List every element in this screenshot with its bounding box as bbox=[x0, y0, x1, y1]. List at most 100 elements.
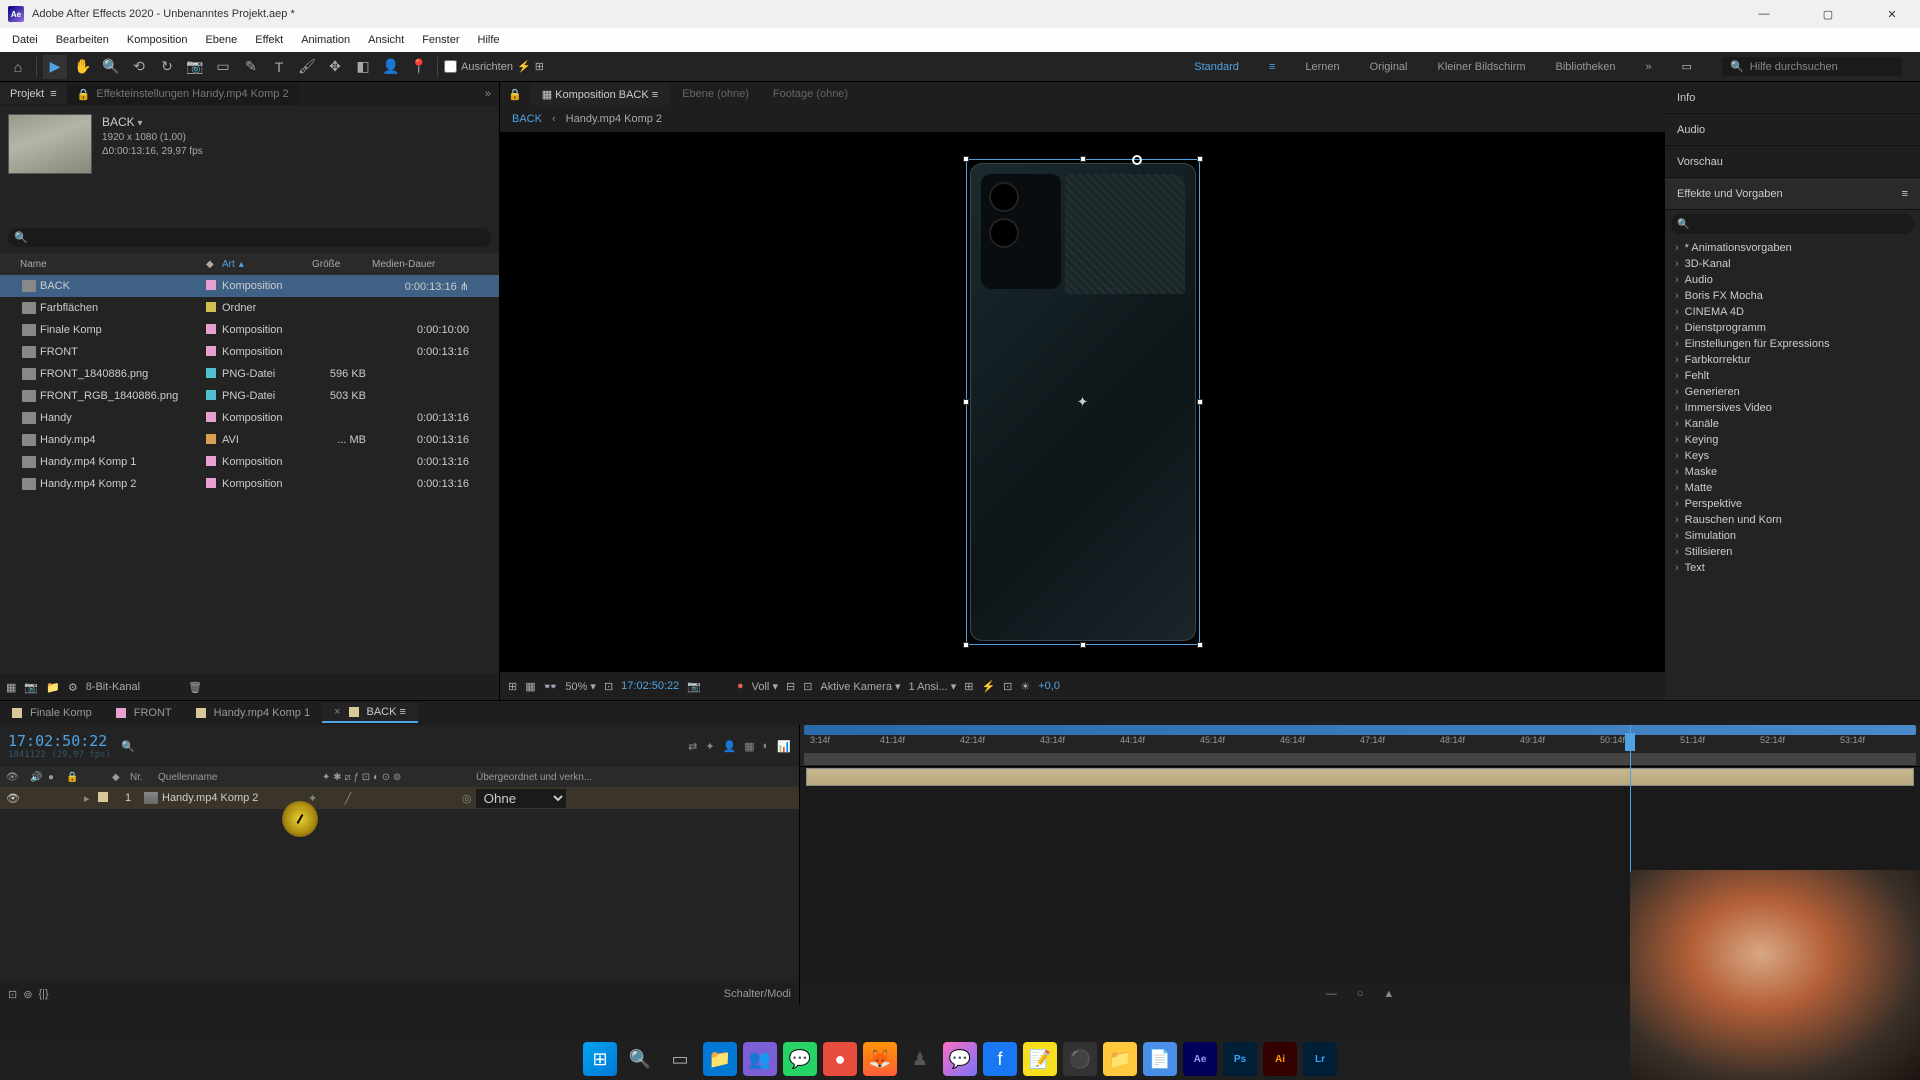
minimize-button[interactable]: — bbox=[1744, 0, 1784, 28]
workspace-original[interactable]: Original bbox=[1370, 61, 1408, 73]
effect-category[interactable]: ›Dienstprogramm bbox=[1671, 320, 1914, 336]
effect-category[interactable]: ›Einstellungen für Expressions bbox=[1671, 336, 1914, 352]
task-view-icon[interactable]: ▭ bbox=[663, 1042, 697, 1076]
switch-modes-label[interactable]: Schalter/Modi bbox=[724, 988, 791, 1000]
col-parent[interactable]: Übergeordnet und verkn... bbox=[476, 772, 793, 783]
frame-blend-icon[interactable]: ▦ bbox=[744, 740, 754, 753]
tab-layer[interactable]: Ebene (ohne) bbox=[670, 84, 761, 104]
tab-footage[interactable]: Footage (ohne) bbox=[761, 84, 860, 104]
workspace-standard[interactable]: Standard bbox=[1194, 61, 1239, 73]
motion-blur-icon[interactable]: ◐ bbox=[763, 740, 770, 753]
teams-icon[interactable]: 👥 bbox=[743, 1042, 777, 1076]
project-item[interactable]: Handy Komposition 0:00:13:16 bbox=[0, 407, 499, 429]
work-area-bar[interactable] bbox=[804, 725, 1916, 735]
effect-category[interactable]: ›Rauschen und Korn bbox=[1671, 512, 1914, 528]
grid-icon[interactable]: ⊞ bbox=[508, 680, 517, 693]
firefox-icon[interactable]: 🦊 bbox=[863, 1042, 897, 1076]
col-dur[interactable]: Medien-Dauer bbox=[372, 259, 493, 270]
ai-taskbar-icon[interactable]: Ai bbox=[1263, 1042, 1297, 1076]
tab-project[interactable]: Projekt ≡ bbox=[0, 84, 67, 104]
col-av-icon[interactable]: 👁 bbox=[6, 772, 26, 783]
new-comp-icon[interactable]: 📷 bbox=[24, 681, 38, 694]
puppet-tool[interactable]: 📍 bbox=[407, 55, 431, 79]
effect-category[interactable]: ›Immersives Video bbox=[1671, 400, 1914, 416]
menu-ebene[interactable]: Ebene bbox=[197, 31, 245, 49]
effect-category[interactable]: ›Farbkorrektur bbox=[1671, 352, 1914, 368]
orbit-tool[interactable]: ⟲ bbox=[127, 55, 151, 79]
effect-category[interactable]: ›Keys bbox=[1671, 448, 1914, 464]
effect-category[interactable]: ›Perspektive bbox=[1671, 496, 1914, 512]
obs-icon[interactable]: ⚫ bbox=[1063, 1042, 1097, 1076]
effect-category[interactable]: ›Kanäle bbox=[1671, 416, 1914, 432]
tab-overflow-icon[interactable]: » bbox=[477, 88, 499, 100]
zoom-dropdown[interactable]: 50% ▾ bbox=[565, 680, 596, 693]
transparency-icon[interactable]: ⊟ bbox=[786, 680, 795, 693]
effect-category[interactable]: ›Stilisieren bbox=[1671, 544, 1914, 560]
project-item[interactable]: Farbflächen Ordner bbox=[0, 297, 499, 319]
effects-search-input[interactable]: 🔍 bbox=[1671, 214, 1914, 234]
resolution-dropdown[interactable]: Voll ▾ bbox=[752, 680, 778, 693]
project-item[interactable]: Handy.mp4 Komp 2 Komposition 0:00:13:16 bbox=[0, 473, 499, 495]
effect-category[interactable]: ›* Animationsvorgaben bbox=[1671, 240, 1914, 256]
app-icon-grey[interactable]: ♟ bbox=[903, 1042, 937, 1076]
align-checkbox[interactable] bbox=[444, 60, 457, 73]
effect-category[interactable]: ›CINEMA 4D bbox=[1671, 304, 1914, 320]
effect-category[interactable]: ›Matte bbox=[1671, 480, 1914, 496]
draft-3d-icon[interactable]: ✦ bbox=[705, 740, 714, 753]
pen-tool[interactable]: ✎ bbox=[239, 55, 263, 79]
fast-preview-icon[interactable]: ⚡ bbox=[981, 680, 995, 693]
tab-composition[interactable]: ▦ Komposition BACK ≡ bbox=[530, 84, 671, 105]
menu-komposition[interactable]: Komposition bbox=[119, 31, 196, 49]
reset-exposure-icon[interactable]: ☀ bbox=[1020, 680, 1030, 693]
app-icon-red[interactable]: ● bbox=[823, 1042, 857, 1076]
menu-bearbeiten[interactable]: Bearbeiten bbox=[48, 31, 117, 49]
effect-category[interactable]: ›Text bbox=[1671, 560, 1914, 576]
parent-dropdown[interactable]: Ohne bbox=[476, 789, 566, 808]
clone-tool[interactable]: ✥ bbox=[323, 55, 347, 79]
menu-animation[interactable]: Animation bbox=[293, 31, 358, 49]
menu-effekt[interactable]: Effekt bbox=[247, 31, 291, 49]
toggle-in-out-icon[interactable]: {|} bbox=[38, 988, 48, 1001]
col-nr[interactable]: Nr. bbox=[130, 772, 154, 783]
text-tool[interactable]: T bbox=[267, 55, 291, 79]
messenger-icon[interactable]: 💬 bbox=[943, 1042, 977, 1076]
exposure-value[interactable]: +0,0 bbox=[1038, 680, 1060, 692]
workspace-overflow-icon[interactable]: » bbox=[1645, 61, 1651, 73]
timecode-display[interactable]: 17:02:50:22 bbox=[621, 680, 679, 692]
effect-category[interactable]: ›Boris FX Mocha bbox=[1671, 288, 1914, 304]
timeline-tab[interactable]: × BACK ≡ bbox=[322, 703, 418, 723]
region-icon[interactable]: ⊡ bbox=[803, 680, 812, 693]
adjust-icon[interactable]: ⚙ bbox=[68, 681, 78, 694]
menu-datei[interactable]: Datei bbox=[4, 31, 46, 49]
pixel-icon[interactable]: ⊞ bbox=[964, 680, 973, 693]
breadcrumb-root[interactable]: BACK bbox=[512, 113, 542, 125]
channel-icon[interactable]: ● bbox=[737, 680, 744, 692]
tab-menu-icon[interactable]: ≡ bbox=[652, 89, 658, 101]
layer-visibility-toggle[interactable]: 👁 bbox=[6, 792, 26, 805]
project-item[interactable]: BACK Komposition 0:00:13:16 ⋔ bbox=[0, 275, 499, 297]
panel-audio[interactable]: Audio bbox=[1665, 114, 1920, 146]
panel-preview[interactable]: Vorschau bbox=[1665, 146, 1920, 178]
home-tool[interactable]: ⌂ bbox=[6, 55, 30, 79]
maximize-button[interactable]: ▢ bbox=[1808, 0, 1848, 28]
explorer-icon[interactable]: 📁 bbox=[703, 1042, 737, 1076]
col-label[interactable]: ◆ bbox=[206, 259, 222, 270]
bpc-button[interactable]: 8-Bit-Kanal bbox=[86, 681, 140, 693]
zoom-in-icon[interactable]: ▲ bbox=[1383, 988, 1394, 1000]
col-lock-icon[interactable]: 🔒 bbox=[66, 772, 80, 783]
lock-icon[interactable]: 🔒 bbox=[500, 88, 530, 101]
workspace-menu-icon[interactable]: ≡ bbox=[1269, 61, 1275, 73]
workspace-libs[interactable]: Bibliotheken bbox=[1556, 61, 1616, 73]
effect-category[interactable]: ›Keying bbox=[1671, 432, 1914, 448]
facebook-icon[interactable]: f bbox=[983, 1042, 1017, 1076]
zoom-out-icon[interactable]: — bbox=[1326, 988, 1337, 1000]
col-audio-icon[interactable]: 🔊 bbox=[30, 772, 44, 783]
camera-tool[interactable]: 📷 bbox=[183, 55, 207, 79]
timeline-layer-row[interactable]: 👁 ▸ 1 Handy.mp4 Komp 2 ✦ ╱ ◎ Ohne bbox=[0, 787, 799, 809]
toggle-switches-icon[interactable]: ⊡ bbox=[8, 988, 17, 1001]
project-item[interactable]: FRONT_1840886.png PNG-Datei 596 KB bbox=[0, 363, 499, 385]
timeline-icon[interactable]: ⊡ bbox=[1003, 680, 1012, 693]
snapshot-icon[interactable]: 📷 bbox=[687, 680, 701, 693]
close-button[interactable]: ✕ bbox=[1872, 0, 1912, 28]
col-name[interactable]: Name bbox=[6, 259, 206, 270]
